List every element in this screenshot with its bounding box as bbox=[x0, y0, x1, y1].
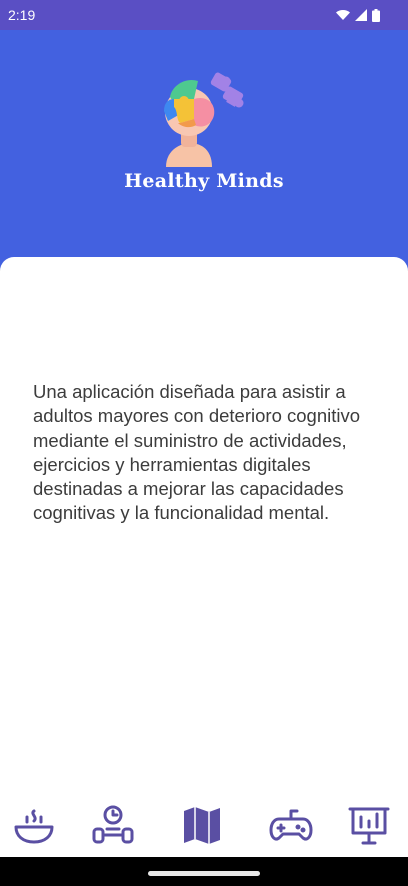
map-icon bbox=[184, 807, 220, 844]
home-gesture-bar[interactable] bbox=[148, 871, 260, 876]
nav-item-exercise[interactable] bbox=[91, 803, 135, 847]
gamepad-icon bbox=[269, 809, 313, 841]
nav-item-food[interactable] bbox=[12, 803, 56, 847]
status-icons bbox=[336, 8, 380, 22]
food-bowl-icon bbox=[14, 809, 54, 844]
status-bar: 2:19 bbox=[0, 0, 408, 30]
presentation-chart-icon bbox=[348, 807, 390, 845]
brand-name: Healthy Minds bbox=[124, 170, 284, 192]
nav-item-games[interactable] bbox=[269, 803, 313, 847]
exercise-icon bbox=[92, 805, 134, 844]
status-time: 2:19 bbox=[8, 7, 36, 23]
system-navigation-bar bbox=[0, 857, 408, 886]
app-header: Healthy Minds bbox=[0, 30, 408, 270]
puzzle-head-icon bbox=[164, 72, 244, 167]
nav-item-statistics[interactable] bbox=[347, 803, 391, 847]
app-description: Una aplicación diseñada para asistir a a… bbox=[33, 381, 361, 524]
wifi-icon bbox=[336, 10, 350, 20]
nav-item-map[interactable] bbox=[180, 803, 224, 847]
content-card: Una aplicación diseñada para asistir a a… bbox=[0, 257, 408, 857]
battery-icon bbox=[372, 8, 380, 22]
signal-icon bbox=[355, 9, 367, 21]
bottom-navigation bbox=[0, 795, 408, 857]
